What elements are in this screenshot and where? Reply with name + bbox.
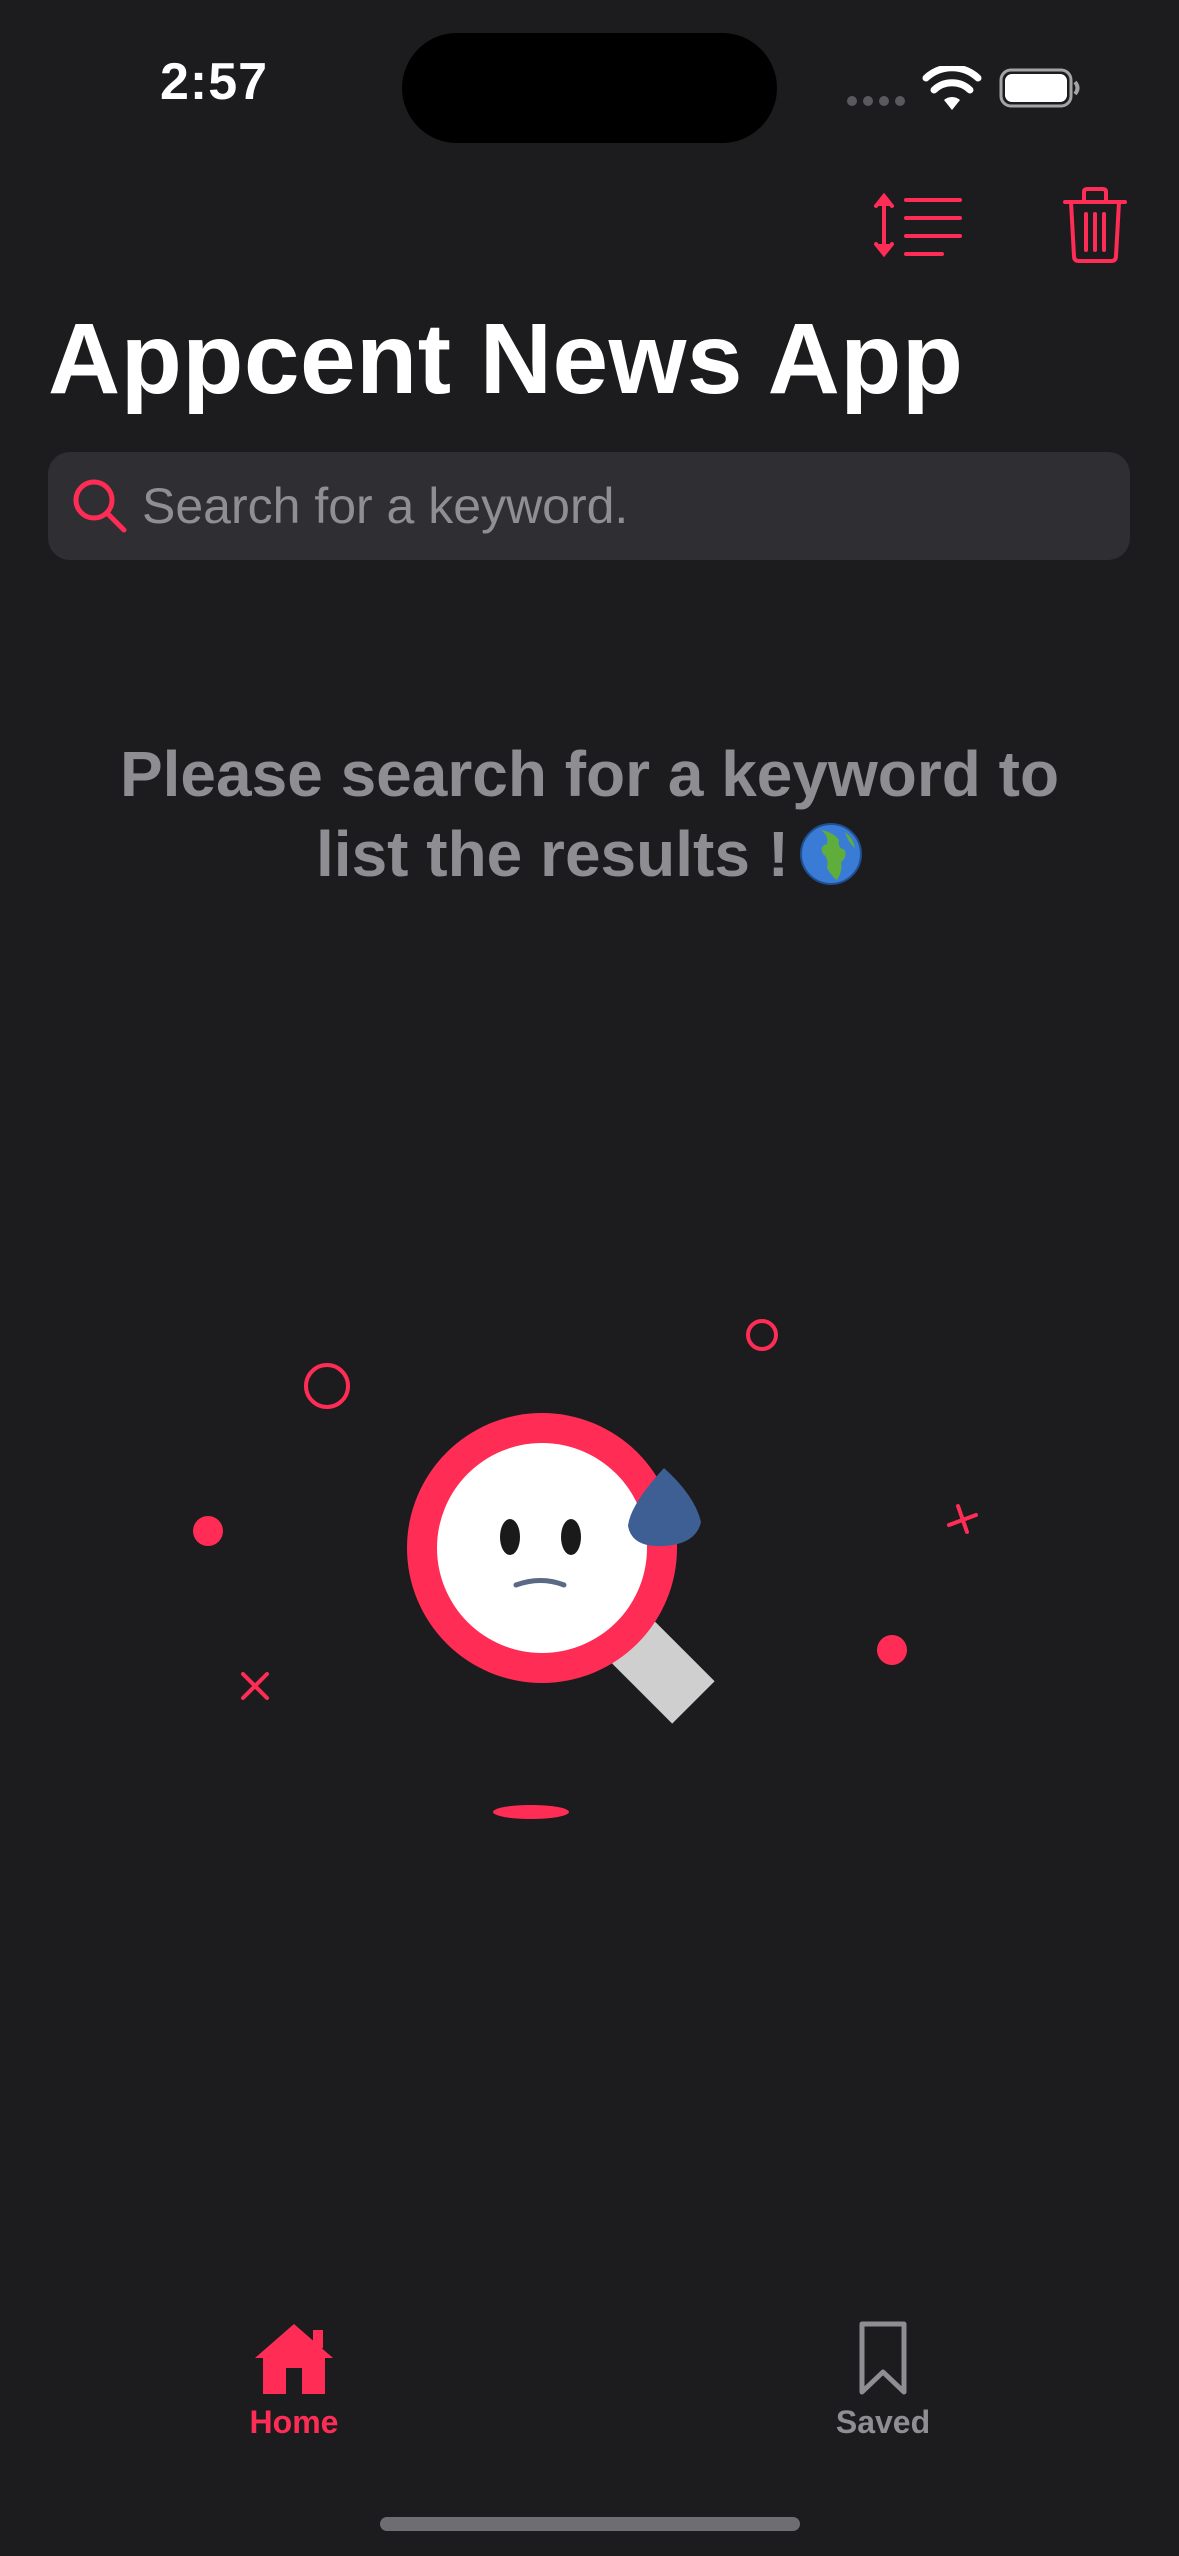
tab-home[interactable]: Home [164, 2320, 424, 2460]
tab-home-label: Home [249, 2404, 339, 2440]
trash-icon[interactable] [1062, 186, 1128, 264]
wifi-icon [922, 66, 982, 110]
status-time: 2:57 [160, 53, 269, 111]
search-input[interactable] [142, 452, 1102, 560]
globe-icon [800, 823, 862, 885]
empty-state-text: Please search for a keyword to list the … [119, 738, 1060, 890]
search-bar[interactable] [48, 452, 1130, 560]
dynamic-island [402, 33, 777, 143]
sad-magnifier-icon [193, 1319, 978, 1819]
tab-saved[interactable]: Saved [753, 2320, 1013, 2460]
home-icon [255, 2324, 333, 2394]
cellular-signal-icon [847, 96, 905, 106]
sort-list-icon[interactable] [872, 192, 964, 258]
home-indicator [380, 2517, 800, 2531]
tab-saved-label: Saved [835, 2404, 931, 2440]
search-icon [73, 479, 127, 533]
page-title: Appcent News App [48, 303, 964, 415]
bookmark-icon [859, 2321, 907, 2395]
empty-state-message: Please search for a keyword to list the … [90, 734, 1089, 894]
battery-icon [999, 68, 1080, 108]
